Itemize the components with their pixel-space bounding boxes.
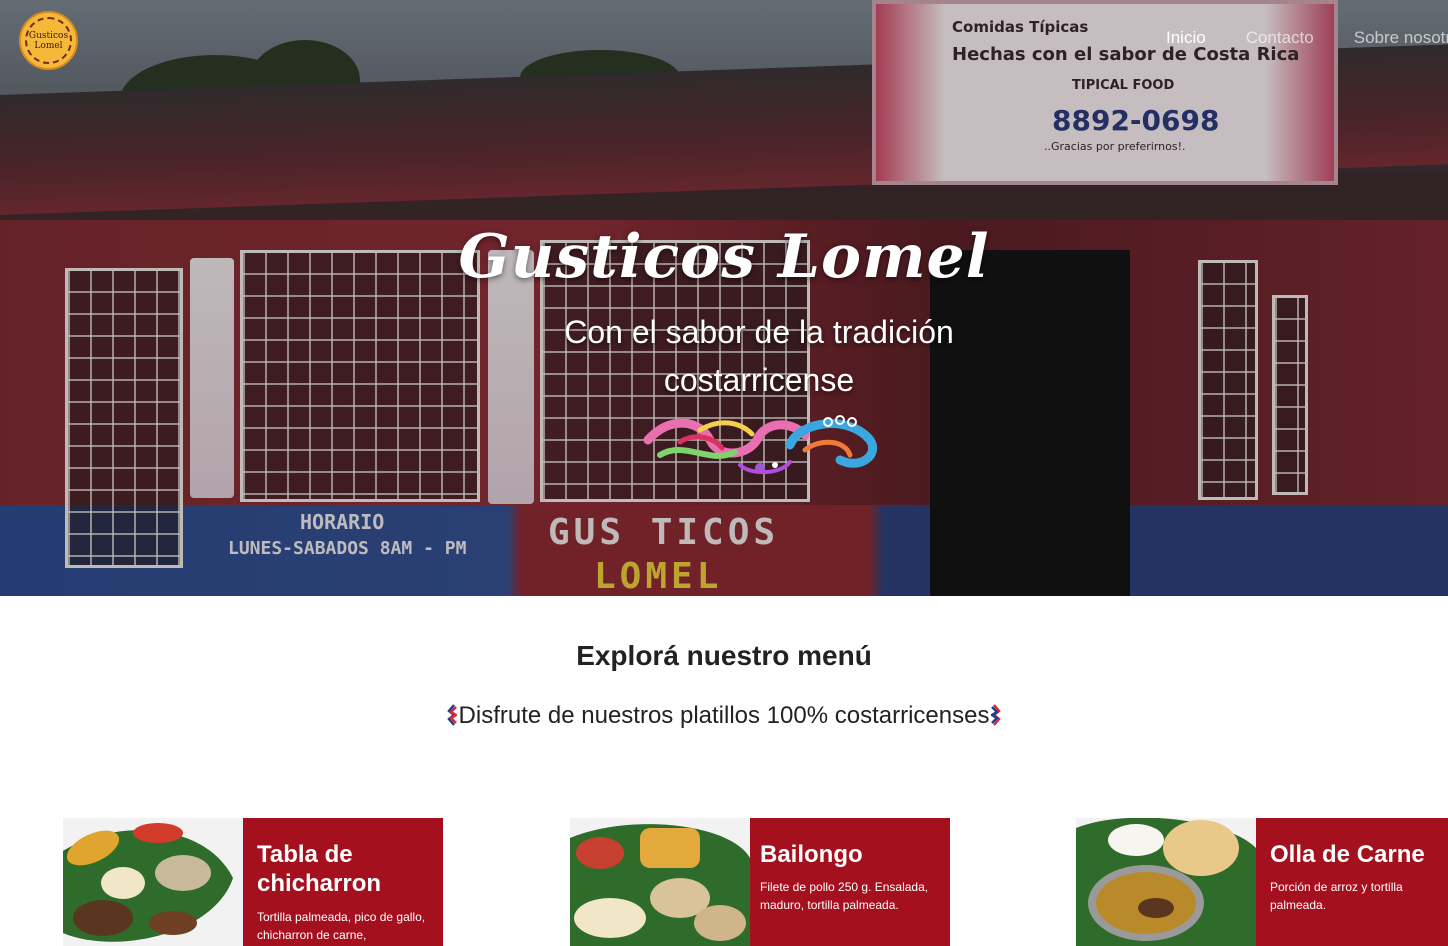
dish-description: Filete de pollo 250 g. Ensalada, maduro,… <box>760 880 929 912</box>
logo-text: Gusticos Lomel <box>28 30 69 51</box>
hero-banner: Comidas Típicas Hechas con el sabor de C… <box>0 0 1448 596</box>
hero-title: Gusticos Lomel <box>458 222 990 292</box>
dish-image <box>63 818 243 946</box>
dish-image <box>570 818 750 946</box>
nav-link-inicio[interactable]: Inicio <box>1166 28 1206 48</box>
menu-card-bailongo[interactable]: Bailongo Filete de pollo 250 g. Ensalada… <box>570 818 950 946</box>
dish-title: Tabla de chicharron <box>257 841 382 897</box>
dish-image <box>1076 818 1256 946</box>
menu-subheading-text: Disfrute de nuestros platillos 100% cost… <box>458 702 990 729</box>
dish-description: Porción de arroz y tortilla palmeada. <box>1270 880 1403 912</box>
hero-subtitle: Con el sabor de la tradición costarricen… <box>564 314 954 398</box>
nav-link-sobre-nosotros[interactable]: Sobre nosotros <box>1354 28 1448 48</box>
menu-subheading: Disfrute de nuestros platillos 100% cost… <box>0 702 1448 730</box>
nav-link-contacto[interactable]: Contacto <box>1246 28 1314 48</box>
menu-heading: Explorá nuestro menú <box>576 640 872 671</box>
costa-rica-flag-icon <box>991 704 1002 726</box>
main-nav: Inicio Contacto Sobre nosotros <box>1166 28 1448 48</box>
site-logo[interactable]: Gusticos Lomel <box>19 11 78 70</box>
decorative-ornament-icon <box>643 415 878 475</box>
dish-title: Olla de Carne <box>1270 841 1425 868</box>
costa-rica-flag-icon <box>446 704 457 726</box>
dish-description: Tortilla palmeada, pico de gallo, chicha… <box>257 910 426 942</box>
menu-card-olla-de-carne[interactable]: Olla de Carne Porción de arroz y tortill… <box>1076 818 1448 946</box>
menu-card-tabla-de-chicharron[interactable]: Tabla de chicharron Tortilla palmeada, p… <box>63 818 443 946</box>
dish-title: Bailongo <box>760 841 863 868</box>
